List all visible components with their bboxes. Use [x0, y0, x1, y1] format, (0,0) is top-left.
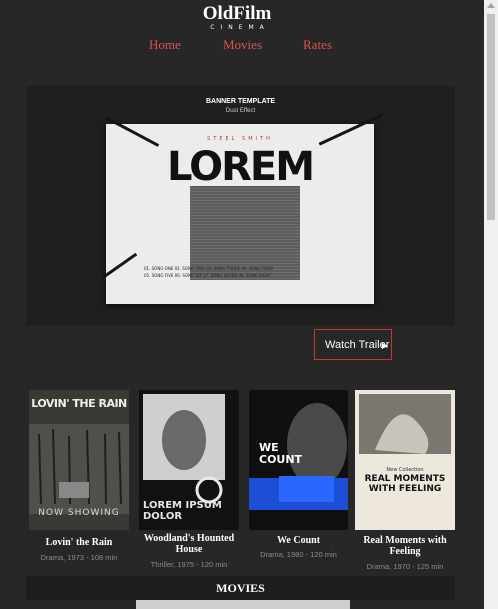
movie-meta: Thriller, 1975 - 120 min [150, 560, 228, 569]
poster-footer: NOW SHOWING [38, 508, 120, 518]
watch-trailer-label: Watch Trailer [325, 339, 390, 351]
poster-title: LOREM IPSUM DOLOR [143, 500, 222, 522]
movie-meta: Drama, 1973 - 108 min [40, 553, 118, 562]
banner-artist: STEEL SMITH [207, 136, 273, 142]
movie-poster-woodlands-hounted-house[interactable]: LOREM IPSUM DOLOR [139, 390, 239, 530]
movie-poster-we-count[interactable]: WE COUNT [249, 390, 348, 530]
forest-illustration [29, 424, 129, 514]
banner-template-label: BANNER TEMPLATE [205, 98, 276, 105]
nav-home[interactable]: Home [149, 37, 181, 53]
logo[interactable]: OldFilm CINEMA [0, 3, 474, 32]
poster-title: LOVIN' THE RAIN [31, 397, 127, 410]
scrollbar[interactable] [484, 0, 498, 609]
poster-title: REAL MOMENTS WITH FEELING [364, 474, 446, 494]
poster-title: WE COUNT [259, 441, 303, 466]
poster-kicker: New Collection [386, 467, 424, 473]
logo-subtitle: CINEMA [210, 24, 270, 31]
movie-title[interactable]: Lovin' the Rain [29, 537, 129, 548]
banner-headline: LOREM [167, 144, 315, 190]
header: OldFilm CINEMA Home Movies Rates [0, 0, 484, 72]
nav-movies[interactable]: Movies [223, 37, 262, 53]
banner-tracklist: 01. SONG ONE 02. SONG TWO 03. SONG THREE… [144, 265, 344, 279]
hero-banner: BANNER TEMPLATE Dust Effect STEEL SMITH … [26, 86, 455, 326]
movie-meta: Drama, 1980 - 120 min [260, 550, 337, 559]
banner-effect-label: Dust Effect [225, 108, 256, 114]
movie-meta: Drama, 1970 - 125 min [366, 562, 444, 571]
crack-shape [104, 116, 160, 147]
scrollbar-thumb[interactable] [487, 14, 495, 220]
track-line: 05. SONG FIVE 06. SONG SIX 07. SONG SEVE… [144, 273, 272, 278]
logo-title: OldFilm [202, 3, 272, 24]
section-title: MOVIES [26, 576, 455, 600]
watch-trailer-button[interactable]: Watch Trailer ▶ [314, 329, 392, 360]
sculpture-illustration [355, 390, 455, 530]
movie-title[interactable]: We Count [249, 535, 348, 546]
movie-title[interactable]: Real Moments with Feeling [355, 535, 455, 557]
movie-poster-real-moments-with-feeling[interactable]: New Collection REAL MOMENTS WITH FEELING [355, 390, 455, 530]
crack-shape [102, 252, 138, 279]
banner-artwork: STEEL SMITH LOREM 01. SONG ONE 02. SONG … [102, 113, 384, 304]
movie-poster-lovin-the-rain[interactable]: LOVIN' THE RAIN NOW SHOWING [29, 390, 129, 530]
movie-title[interactable]: Woodland's Hounted House [139, 533, 239, 555]
scroll-up-icon[interactable] [487, 3, 495, 8]
next-section-preview [136, 600, 350, 609]
play-triangle-icon: ▶ [381, 341, 388, 350]
track-line: 01. SONG ONE 02. SONG TWO 03. SONG THREE… [144, 266, 274, 271]
nav-rates[interactable]: Rates [303, 37, 332, 53]
